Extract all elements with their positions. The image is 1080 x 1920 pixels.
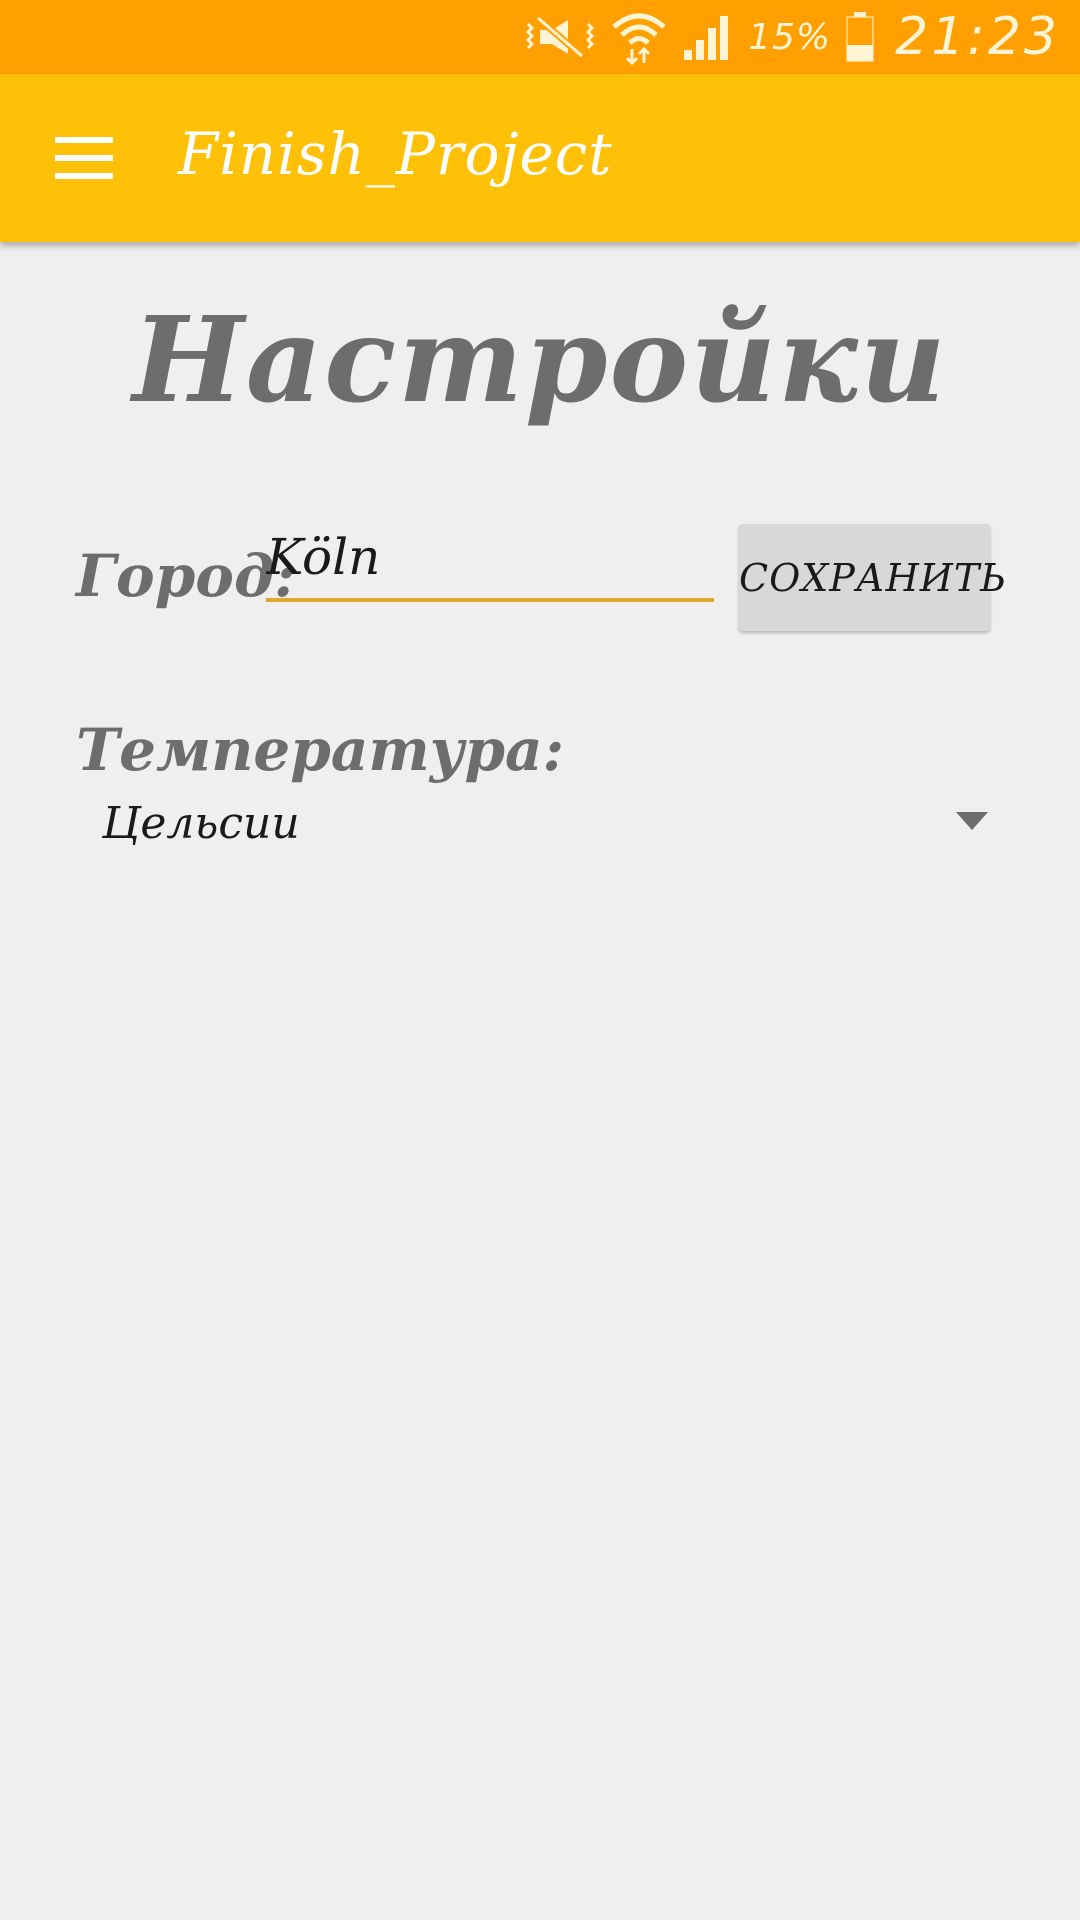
city-input[interactable] bbox=[266, 516, 714, 602]
temperature-label: Температура: bbox=[76, 716, 565, 784]
app-bar: Finish_Project bbox=[0, 74, 1080, 242]
status-bar: 15% 21:23 bbox=[0, 0, 1080, 74]
save-button[interactable]: СОХРАНИТЬ bbox=[739, 524, 1006, 631]
city-label: Город: bbox=[76, 542, 296, 610]
battery-icon bbox=[845, 11, 875, 63]
signal-icon bbox=[682, 12, 734, 62]
status-icons: 15% 21:23 bbox=[524, 0, 1060, 74]
clock: 21:23 bbox=[895, 7, 1060, 67]
battery-percent: 15% bbox=[748, 16, 832, 58]
page-title: Настройки bbox=[132, 290, 948, 429]
temperature-unit-select[interactable]: Цельсии bbox=[76, 790, 996, 866]
dropdown-arrow-icon bbox=[956, 812, 988, 830]
temperature-unit-value: Цельсии bbox=[102, 798, 300, 849]
app-title: Finish_Project bbox=[178, 120, 613, 188]
vibrate-mute-icon bbox=[524, 12, 596, 62]
hamburger-menu-icon[interactable] bbox=[46, 124, 122, 192]
wifi-icon bbox=[610, 9, 668, 65]
